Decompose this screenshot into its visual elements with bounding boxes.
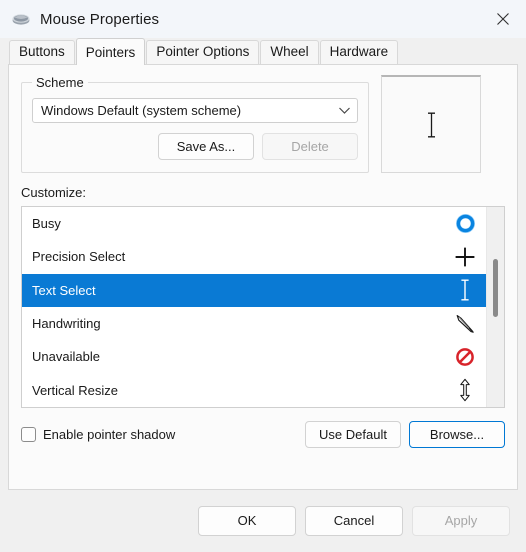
mouse-icon xyxy=(10,9,32,29)
scheme-buttons: Save As... Delete xyxy=(32,133,358,160)
list-item-label: Unavailable xyxy=(32,349,100,365)
scrollbar-thumb[interactable] xyxy=(493,259,498,317)
pointer-customize-listbox[interactable]: Busy Precision Select Text Select Handwr… xyxy=(21,206,505,408)
list-item-unavailable[interactable]: Unavailable xyxy=(22,340,486,373)
text-select-ibeam-icon xyxy=(452,279,478,301)
scheme-combobox[interactable]: Windows Default (system scheme) xyxy=(32,98,358,123)
list-item-vertical-resize[interactable]: Vertical Resize xyxy=(22,374,486,407)
tab-buttons[interactable]: Buttons xyxy=(9,40,75,64)
list-item-label: Handwriting xyxy=(32,316,101,332)
list-item-label: Vertical Resize xyxy=(32,382,118,398)
tab-pointers[interactable]: Pointers xyxy=(75,38,146,65)
scheme-legend: Scheme xyxy=(36,75,84,90)
list-item-precision-select[interactable]: Precision Select xyxy=(22,240,486,273)
tab-pointer-options[interactable]: Pointer Options xyxy=(146,40,260,64)
ok-button[interactable]: OK xyxy=(198,506,296,536)
customize-label: Customize: xyxy=(21,185,87,200)
use-default-button[interactable]: Use Default xyxy=(305,421,401,448)
tab-wheel[interactable]: Wheel xyxy=(260,40,319,64)
scheme-group: Scheme Windows Default (system scheme) S… xyxy=(21,75,369,173)
mouse-properties-dialog: Mouse Properties Buttons Pointers Pointe… xyxy=(0,0,526,552)
list-item-label: Busy xyxy=(32,216,61,232)
window-title: Mouse Properties xyxy=(40,10,160,28)
title-bar: Mouse Properties xyxy=(0,0,526,38)
close-icon[interactable] xyxy=(480,0,526,38)
list-item-busy[interactable]: Busy xyxy=(22,207,486,240)
list-item-label: Text Select xyxy=(32,282,96,298)
unavailable-no-entry-icon xyxy=(452,347,478,367)
pointer-list-items: Busy Precision Select Text Select Handwr… xyxy=(22,207,486,407)
precision-crosshair-icon xyxy=(452,246,478,268)
vertical-resize-arrow-icon xyxy=(452,378,478,402)
scheme-row: Scheme Windows Default (system scheme) S… xyxy=(21,75,505,173)
tab-hardware[interactable]: Hardware xyxy=(319,40,399,64)
browse-button[interactable]: Browse... xyxy=(409,421,505,448)
list-item-label: Precision Select xyxy=(32,249,126,265)
panel-bottom-controls: Enable pointer shadow Use Default Browse… xyxy=(21,421,505,448)
dialog-footer: OK Cancel Apply xyxy=(0,490,526,552)
chevron-down-icon xyxy=(338,106,351,115)
handwriting-pen-icon xyxy=(452,313,478,335)
tab-strip: Buttons Pointers Pointer Options Wheel H… xyxy=(0,38,526,65)
list-item-handwriting[interactable]: Handwriting xyxy=(22,307,486,340)
list-item-text-select[interactable]: Text Select xyxy=(22,273,486,307)
save-as-button[interactable]: Save As... xyxy=(158,133,254,160)
checkbox-box xyxy=(21,427,36,442)
text-select-ibeam-icon xyxy=(425,112,438,138)
pointer-preview xyxy=(381,75,481,173)
pointer-action-buttons: Use Default Browse... xyxy=(305,421,505,448)
cancel-button[interactable]: Cancel xyxy=(305,506,403,536)
listbox-scrollbar[interactable] xyxy=(486,207,504,407)
delete-button: Delete xyxy=(262,133,358,160)
scheme-combobox-value: Windows Default (system scheme) xyxy=(41,103,242,118)
enable-pointer-shadow-checkbox[interactable]: Enable pointer shadow xyxy=(21,427,305,442)
enable-pointer-shadow-label: Enable pointer shadow xyxy=(43,427,176,442)
busy-ring-icon xyxy=(452,214,478,234)
pointers-tab-panel: Scheme Windows Default (system scheme) S… xyxy=(8,64,518,490)
apply-button: Apply xyxy=(412,506,510,536)
